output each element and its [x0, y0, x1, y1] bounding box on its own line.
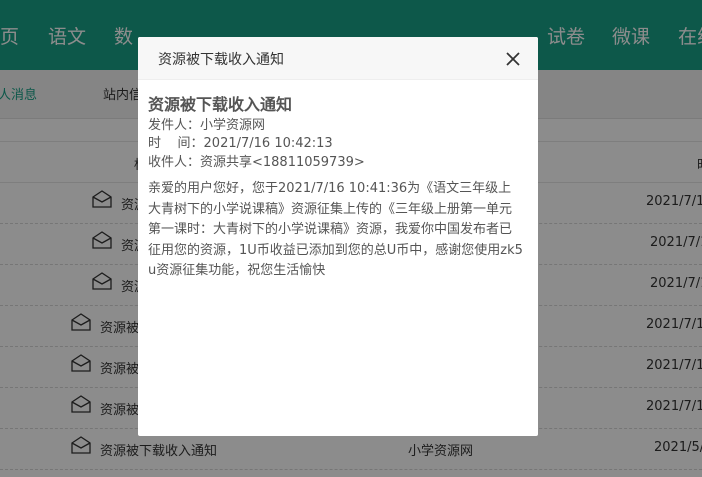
message-dialog: 资源被下载收入通知 资源被下载收入通知 发件人：小学资源网 时 间：2021/7… [138, 37, 538, 436]
message-subject: 资源被下载收入通知 [148, 95, 293, 114]
dialog-title: 资源被下载收入通知 [158, 52, 284, 68]
message-time: 时 间：2021/7/16 10:42:13 [148, 136, 333, 151]
close-icon[interactable] [504, 50, 522, 68]
message-recipient: 收件人：资源共享<18811059739> [148, 155, 365, 170]
message-body: 亲爱的用户您好，您于2021/7/16 10:41:36为《语文三年级上大青树下… [148, 181, 523, 278]
message-sender: 发件人：小学资源网 [148, 118, 266, 133]
dialog-header: 资源被下载收入通知 [138, 37, 538, 80]
